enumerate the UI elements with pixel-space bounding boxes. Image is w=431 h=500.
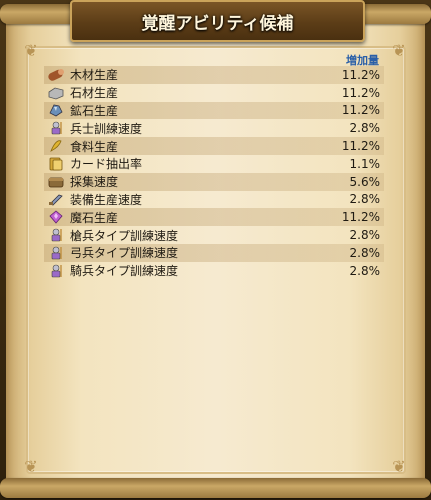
- ability-value: 11.2%: [341, 139, 380, 154]
- magic-stone-icon: [46, 209, 66, 225]
- ability-row: 弓兵タイプ訓練速度 2.8%: [44, 243, 384, 262]
- ability-name: 食料生産: [70, 139, 119, 154]
- corner-ornament-icon: ❦: [24, 41, 38, 60]
- spearman-icon: [46, 227, 66, 243]
- ability-row: 装備生産速度 2.8%: [44, 191, 384, 209]
- ability-value: 2.8%: [349, 245, 381, 260]
- scroll-roll-bottom: [0, 478, 431, 498]
- equipment-icon: [46, 191, 66, 207]
- ability-value: 5.6%: [349, 174, 381, 189]
- card-icon: [46, 156, 66, 172]
- ability-row: 石材生産 11.2%: [44, 84, 384, 102]
- ability-value: 2.8%: [349, 228, 381, 243]
- ability-value: 1.1%: [349, 156, 381, 171]
- archer-icon: [46, 245, 66, 261]
- ability-row: 木材生産 11.2%: [44, 66, 384, 84]
- ability-value: 11.2%: [341, 210, 380, 225]
- ability-value: 2.8%: [349, 192, 381, 207]
- cavalry-icon: [46, 263, 66, 279]
- ability-list: 木材生産 11.2% 石材生産 11.2% 鉱石生産 11.2% 兵士訓練速度 2.8% 食料生…: [44, 66, 384, 280]
- ability-name: 木材生産: [70, 68, 119, 83]
- ability-value: 11.2%: [341, 103, 380, 118]
- ability-name: 槍兵タイプ訓練速度: [70, 228, 179, 243]
- corner-ornament-icon: ❦: [24, 457, 38, 476]
- ability-name: 魔石生産: [70, 210, 119, 225]
- ability-row: カード抽出率 1.1%: [44, 155, 384, 173]
- stone-block-icon: [46, 85, 66, 101]
- page-title: 覚醒アビリティ候補: [141, 13, 294, 34]
- ability-row: 魔石生産 11.2%: [44, 208, 384, 227]
- ability-name: 石材生産: [70, 86, 119, 101]
- ability-value: 2.8%: [349, 263, 381, 278]
- ability-name: 採集速度: [70, 175, 119, 190]
- soldier-icon: [46, 120, 66, 136]
- ability-value: 11.2%: [341, 85, 380, 100]
- ability-row: 食料生産 11.2%: [44, 137, 384, 155]
- ability-name: カード抽出率: [70, 157, 143, 172]
- corner-ornament-icon: ❦: [392, 41, 406, 60]
- gather-icon: [46, 174, 66, 190]
- ability-name: 弓兵タイプ訓練速度: [70, 246, 179, 261]
- ability-row: 鉱石生産 11.2%: [44, 101, 384, 120]
- ability-name: 鉱石生産: [70, 103, 119, 118]
- ability-name: 装備生産速度: [70, 192, 143, 207]
- food-icon: [46, 138, 66, 154]
- ability-value: 11.2%: [341, 67, 380, 82]
- ability-value: 2.8%: [349, 121, 381, 136]
- ability-name: 兵士訓練速度: [70, 121, 143, 136]
- wood-log-icon: [46, 67, 66, 83]
- ore-icon: [46, 102, 66, 118]
- ability-row: 騎兵タイプ訓練速度 2.8%: [44, 262, 384, 280]
- ability-row: 槍兵タイプ訓練速度 2.8%: [44, 226, 384, 244]
- ability-row: 採集速度 5.6%: [44, 172, 384, 191]
- title-banner: 覚醒アビリティ候補: [70, 0, 365, 42]
- corner-ornament-icon: ❦: [392, 457, 406, 476]
- ability-row: 兵士訓練速度 2.8%: [44, 119, 384, 137]
- ability-name: 騎兵タイプ訓練速度: [70, 264, 179, 279]
